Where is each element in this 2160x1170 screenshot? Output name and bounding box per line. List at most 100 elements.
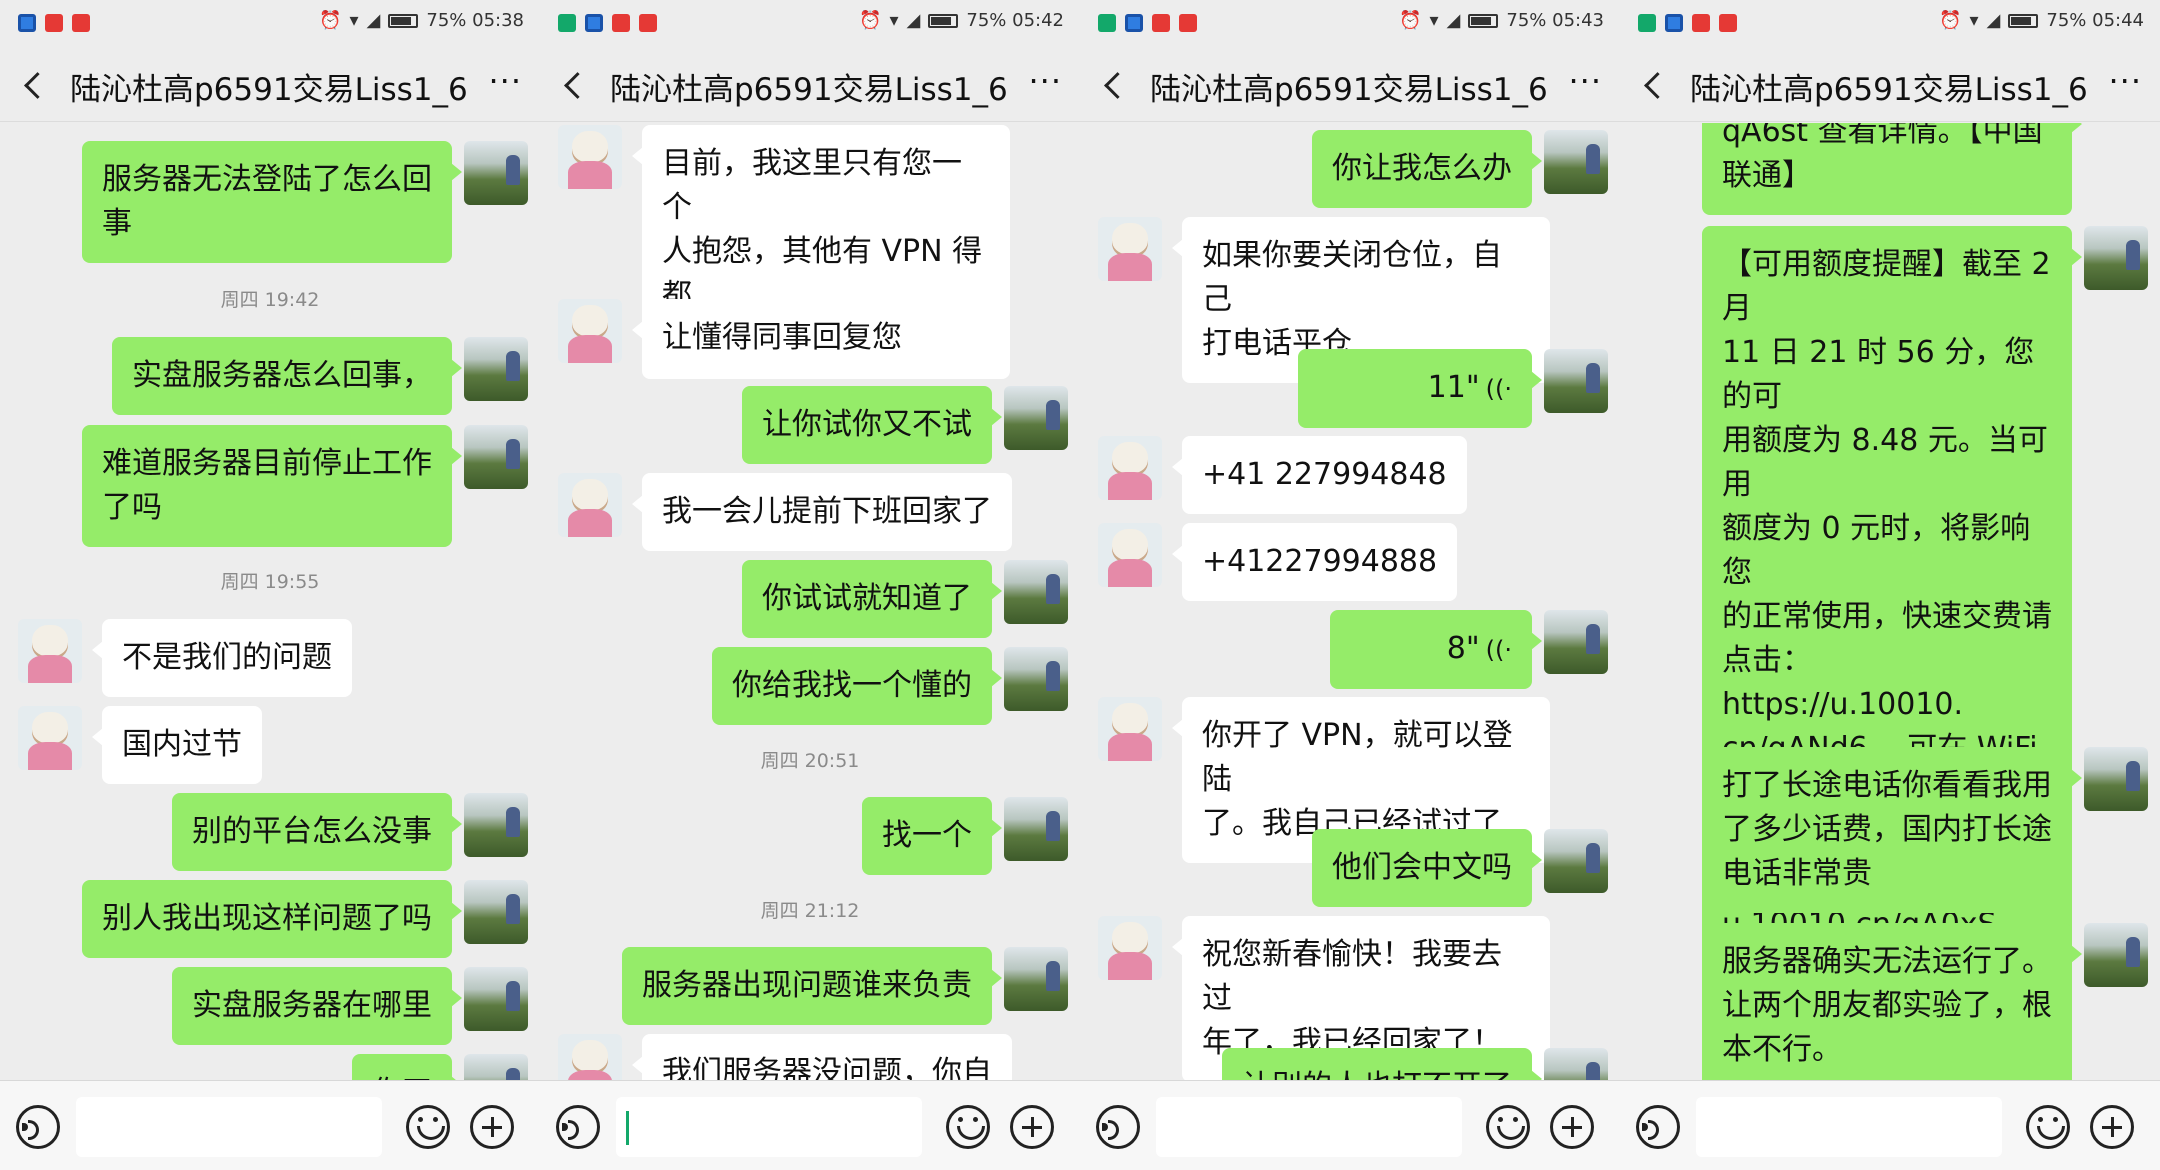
avatar[interactable] [558,473,622,537]
emoji-icon[interactable] [2026,1105,2070,1149]
avatar[interactable] [1004,797,1068,861]
message-input[interactable] [76,1097,382,1157]
message-bubble[interactable]: 别的平台怎么没事 [172,793,462,871]
alarm-icon: ⏰ [1399,10,1422,31]
chat-screen-2: ⏰ ▾ ◢ 75% 05:42 陆沁杜高p6591交易Liss1_6 ··· 目前，我… [540,0,1080,1170]
message-bubble[interactable]: 你四 [352,1054,462,1080]
message-list[interactable]: 你让我怎么办 如果你要关闭仓位，自己 打电话平仓 11" ((· +41 2279… [1080,123,1620,1080]
message-input[interactable] [616,1097,922,1157]
message-bubble[interactable]: qA6st 查看详情。【中国 联通】 [1702,123,2082,215]
message-list[interactable]: 目前，我这里只有您一个 人抱怨，其他有 VPN 得都 可以登陆没有问题 让懂得同… [540,123,1080,1080]
message-bubble[interactable]: +41 227994848 [1172,436,1467,514]
more-options-icon[interactable]: ··· [488,62,522,100]
avatar[interactable] [1004,386,1068,450]
message-bubble[interactable]: 不是我们的问题 [92,619,352,697]
plus-icon[interactable] [2090,1105,2134,1149]
avatar[interactable] [1544,829,1608,893]
avatar[interactable] [18,706,82,770]
message-bubble[interactable]: 实盘服务器怎么回事， [112,337,462,415]
avatar[interactable] [1544,349,1608,413]
message-bubble[interactable]: 让别的人也打不开了 [1222,1048,1542,1080]
avatar[interactable] [2084,747,2148,811]
chat-header: 陆沁杜高p6591交易Liss1_6 ··· [0,48,540,122]
avatar[interactable] [18,619,82,683]
emoji-icon[interactable] [1486,1105,1530,1149]
message-bubble[interactable]: 别人我出现这样问题了吗 [82,880,462,958]
avatar[interactable] [1098,217,1162,281]
avatar[interactable] [1098,916,1162,980]
avatar[interactable] [1004,560,1068,624]
avatar[interactable] [464,425,528,489]
avatar[interactable] [464,793,528,857]
message-bubble[interactable]: 找一个 [862,797,1002,875]
back-icon[interactable] [1634,64,1674,104]
avatar[interactable] [558,299,622,363]
message-bubble[interactable]: 国内过节 [92,706,262,784]
avatar[interactable] [1004,647,1068,711]
app-notification-icon [585,14,603,32]
message-bubble[interactable]: 你给我找一个懂的 [712,647,1002,725]
plus-icon[interactable] [1010,1105,1054,1149]
message-input[interactable] [1156,1097,1462,1157]
message-bubble[interactable]: +41227994888 [1171,523,1458,601]
avatar[interactable] [1544,130,1608,194]
input-bar [1080,1080,1620,1170]
more-options-icon[interactable]: ··· [2108,62,2142,100]
avatar[interactable] [1098,523,1162,587]
chat-title: 陆沁杜高p6591交易Liss1_6 [1690,72,2088,108]
message-list[interactable]: qA6st 查看详情。【中国 联通】 【可用额度提醒】截至 2 月 11 日 2… [1620,123,2160,1080]
avatar[interactable] [2084,923,2148,987]
avatar[interactable] [464,337,528,401]
message-bubble[interactable]: 他们会中文吗 [1312,829,1542,907]
emoji-icon[interactable] [946,1105,990,1149]
message-bubble[interactable]: 服务器确实无法运行了。 让两个朋友都实验了，根 本不行。 [1702,923,2082,1080]
emoji-icon[interactable] [406,1105,450,1149]
message-bubble[interactable]: 让懂得同事回复您 [632,299,922,377]
voice-message-bubble[interactable]: 11" ((· [1298,349,1542,428]
battery-icon [388,13,419,28]
avatar[interactable] [2084,226,2148,290]
avatar[interactable] [1544,1048,1608,1080]
message-bubble[interactable]: 实盘服务器在哪里 [172,967,462,1045]
plus-icon[interactable] [470,1105,514,1149]
more-options-icon[interactable]: ··· [1568,62,1602,100]
signal-icon: ◢ [1986,10,2001,31]
voice-input-icon[interactable] [556,1105,600,1149]
timestamp: 周四 21:12 [760,900,860,922]
message-bubble[interactable]: 你试试就知道了 [742,560,1002,638]
message-bubble[interactable]: 服务器出现问题谁来负责 [622,947,1002,1025]
message-bubble[interactable]: 让你试你又不试 [742,386,1002,464]
message-input[interactable] [1696,1097,2002,1157]
message-list[interactable]: 服务器无法登陆了怎么回 事 周四 19:42 实盘服务器怎么回事， 难道服务器目… [0,123,540,1080]
message-bubble[interactable]: 服务器无法登陆了怎么回 事 [82,141,462,263]
back-icon[interactable] [14,64,54,104]
avatar[interactable] [1098,436,1162,500]
message-bubble[interactable]: 打了长途电话你看看我用 了多少话费，国内打长途 电话非常贵 [1702,747,2082,913]
avatar[interactable] [558,125,622,189]
avatar[interactable] [1004,947,1068,1011]
avatar[interactable] [464,880,528,944]
wifi-icon: ▾ [889,10,899,31]
back-icon[interactable] [554,64,594,104]
avatar[interactable] [464,967,528,1031]
avatar[interactable] [1544,610,1608,674]
message-bubble[interactable]: 我们服务器没问题，你自 [632,1034,1012,1080]
voice-input-icon[interactable] [1636,1105,1680,1149]
message-bubble[interactable]: 我一会儿提前下班回家了 [632,473,1012,551]
avatar[interactable] [558,1034,622,1080]
back-icon[interactable] [1094,64,1134,104]
message-bubble[interactable]: 你让我怎么办 [1312,130,1542,208]
plus-icon[interactable] [1550,1105,1594,1149]
avatar[interactable] [464,141,528,205]
chat-screen-3: ⏰ ▾ ◢ 75% 05:43 陆沁杜高p6591交易Liss1_6 ··· 你让我怎… [1080,0,1620,1170]
voice-duration: 11" [1427,370,1480,405]
voice-input-icon[interactable] [16,1105,60,1149]
message-bubble[interactable]: 难道服务器目前停止工作 了吗 [82,425,462,547]
more-options-icon[interactable]: ··· [1028,62,1062,100]
chat-header: 陆沁杜高p6591交易Liss1_6 ··· [1620,48,2160,122]
avatar[interactable] [464,1054,528,1080]
battery-time-text: 75% 05:43 [1506,10,1604,31]
avatar[interactable] [1098,697,1162,761]
voice-message-bubble[interactable]: 8" ((· [1330,610,1542,689]
voice-input-icon[interactable] [1096,1105,1140,1149]
